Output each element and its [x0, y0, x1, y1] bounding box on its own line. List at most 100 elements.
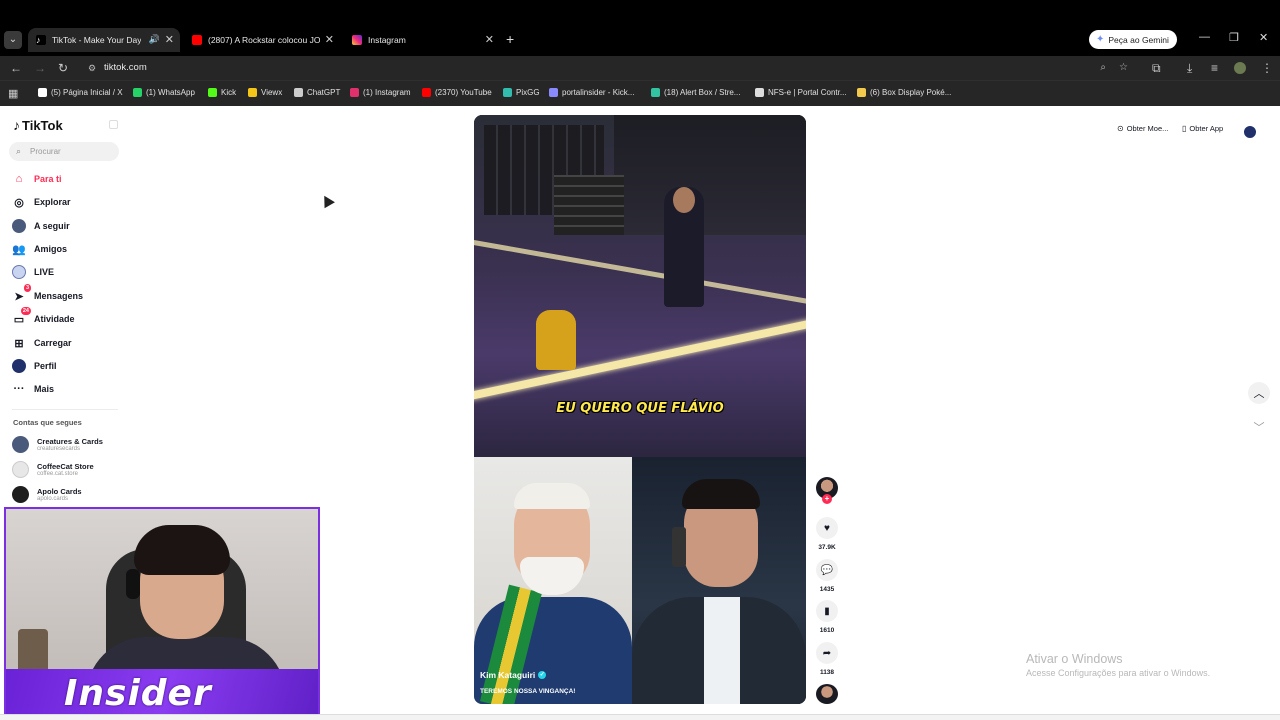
tiktok-note-icon: ♪: [13, 117, 20, 133]
activity-icon: ▭ 24: [13, 307, 31, 326]
messages-icon: ➤ 3: [14, 284, 31, 303]
zoom-icon[interactable]: ⌕: [1100, 58, 1106, 78]
restore-icon[interactable]: ❐: [1229, 31, 1239, 44]
stage-equipment: [554, 175, 624, 235]
author-name: Kim Kataguiri: [480, 670, 536, 680]
bookmark-label: (5) Página Inicial / X: [51, 88, 123, 97]
address-bar[interactable]: ⚙ tiktok.com ⌕ ☆: [82, 58, 1138, 78]
get-coins-button[interactable]: ⊙ Obter Moe...: [1117, 124, 1168, 133]
reload-icon[interactable]: ↻: [58, 61, 68, 75]
tab-instagram[interactable]: Instagram ✕: [344, 28, 500, 52]
site-info-icon[interactable]: ⚙: [88, 58, 96, 78]
like-button[interactable]: ♥: [816, 517, 838, 539]
profile-avatar[interactable]: [1243, 125, 1257, 139]
bookmark-item[interactable]: (5) Página Inicial / X: [38, 88, 123, 97]
account-name: Creatures & Cards: [37, 437, 103, 446]
get-app-button[interactable]: ▯ Obter App: [1182, 124, 1223, 133]
bookmark-item[interactable]: (1) WhatsApp: [133, 88, 195, 97]
tab-title: TikTok - Make Your Day: [52, 35, 142, 45]
speaker-icon[interactable]: 🔊: [149, 34, 160, 45]
nav-explorar[interactable]: ◎ Explorar: [12, 193, 71, 211]
close-window-icon[interactable]: ✕: [1259, 31, 1268, 44]
nav-carregar[interactable]: ⊞ Carregar: [12, 334, 71, 352]
comment-button[interactable]: 💬: [816, 559, 838, 581]
bookmark-item[interactable]: (6) Box Display Poké...: [857, 88, 951, 97]
search-placeholder: Procurar: [30, 147, 61, 156]
nav-label: Amigos: [34, 244, 68, 254]
hair: [514, 483, 590, 509]
live-icon: [12, 265, 26, 279]
nav-atividade[interactable]: ▭ 24 Atividade: [12, 307, 75, 328]
account-handle: creaturesecards: [37, 446, 81, 452]
bookmark-label: (18) Alert Box / Stre...: [664, 88, 741, 97]
profile-avatar-icon[interactable]: [1234, 62, 1246, 74]
bookmark-favicon-icon: [857, 88, 866, 97]
like-count: 37.9K: [818, 544, 836, 551]
upload-icon: ⊞: [14, 337, 24, 350]
close-tab-icon[interactable]: ✕: [485, 33, 494, 46]
following-account[interactable]: CoffeeCat Store coffee.cat.store: [12, 461, 94, 478]
following-account[interactable]: Apolo Cards apolo.cards: [12, 486, 82, 503]
bookmark-label: (6) Box Display Poké...: [870, 88, 952, 97]
comment-count: 1435: [819, 586, 835, 593]
menu-kebab-icon[interactable]: ⋮: [1261, 61, 1273, 75]
close-tab-icon[interactable]: ✕: [165, 33, 174, 46]
bookmark-item[interactable]: PixGG: [503, 88, 540, 97]
previous-video-button[interactable]: ︿: [1248, 382, 1270, 404]
nav-mensagens[interactable]: ➤ 3 Mensagens: [12, 284, 83, 305]
nav-para-ti[interactable]: ⌂ Para ti: [12, 170, 62, 188]
speaker-head: [673, 187, 695, 213]
shirt: [704, 597, 740, 704]
tab-tiktok[interactable]: ♪ TikTok - Make Your Day 🔊 ✕: [28, 28, 180, 52]
back-icon[interactable]: ←: [10, 61, 22, 75]
bookmark-item[interactable]: (18) Alert Box / Stre...: [651, 88, 740, 97]
nav-label: Explorar: [34, 197, 71, 207]
close-tab-icon[interactable]: ✕: [325, 33, 334, 46]
nav-live[interactable]: LIVE: [12, 263, 54, 281]
nav-label: Perfil: [34, 361, 57, 371]
nav-mais[interactable]: ··· Mais: [12, 380, 55, 398]
tab-search-chevron-icon[interactable]: ⌄: [4, 31, 22, 49]
save-button[interactable]: ▮: [816, 600, 838, 622]
bookmark-item[interactable]: Viewx: [248, 88, 282, 97]
gemini-button[interactable]: ✦ Peça ao Gemini: [1089, 30, 1177, 49]
instagram-icon: [352, 35, 362, 45]
following-account[interactable]: Creatures & Cards creaturesecards: [12, 436, 103, 453]
follow-plus-icon[interactable]: +: [822, 494, 832, 504]
media-controls-icon[interactable]: ≡: [1211, 61, 1218, 75]
bookmark-item[interactable]: ChatGPT: [294, 88, 340, 97]
bookmark-item[interactable]: (2370) YouTube: [422, 88, 492, 97]
bookmark-favicon-icon: [651, 88, 660, 97]
music-disc[interactable]: [816, 684, 838, 704]
forward-icon[interactable]: →: [34, 61, 46, 75]
tiktok-logo[interactable]: ♪ TikTok: [13, 117, 63, 133]
download-icon[interactable]: ⤓: [1187, 61, 1192, 76]
nav-perfil[interactable]: Perfil: [12, 357, 57, 375]
bookmark-item[interactable]: Kick: [208, 88, 236, 97]
search-input[interactable]: ⌕ Procurar: [9, 142, 119, 161]
bookmark-favicon-icon: [755, 88, 764, 97]
next-video-button[interactable]: ﹀: [1248, 416, 1270, 438]
video-player[interactable]: EU QUERO QUE FLÁVIO Kim Kataguiri ✓ TERE…: [474, 115, 806, 704]
tab-youtube[interactable]: (2807) A Rockstar colocou JOH ✕: [184, 28, 340, 52]
new-tab-button[interactable]: +: [506, 31, 514, 47]
bookmark-star-icon[interactable]: ☆: [1119, 58, 1128, 78]
bookmark-favicon-icon: [133, 88, 142, 97]
share-button[interactable]: ➦: [816, 642, 838, 664]
video-description: TEREMOS NOSSA VINGANÇA!: [480, 688, 576, 695]
bookmark-item[interactable]: (1) Instagram: [350, 88, 411, 97]
bookmark-item[interactable]: portalinsider - Kick...: [549, 88, 634, 97]
nav-a-seguir[interactable]: A seguir: [12, 217, 70, 235]
apps-grid-icon[interactable]: ▦: [8, 87, 18, 100]
chevron-up-icon: ︿: [1253, 388, 1265, 400]
phone-icon: ▯: [1182, 124, 1187, 133]
bookmark-item[interactable]: NFS-e | Portal Contr...: [755, 88, 847, 97]
nav-amigos[interactable]: 👥 Amigos: [12, 240, 67, 258]
minimize-icon[interactable]: —: [1199, 31, 1210, 43]
share-count: 1138: [819, 669, 835, 676]
mouse-cursor: [319, 192, 335, 209]
account-avatar: [12, 461, 29, 478]
collapse-sidebar-icon[interactable]: [109, 120, 118, 129]
extensions-icon[interactable]: ⧉: [1152, 61, 1161, 76]
video-author[interactable]: Kim Kataguiri ✓: [480, 670, 547, 680]
